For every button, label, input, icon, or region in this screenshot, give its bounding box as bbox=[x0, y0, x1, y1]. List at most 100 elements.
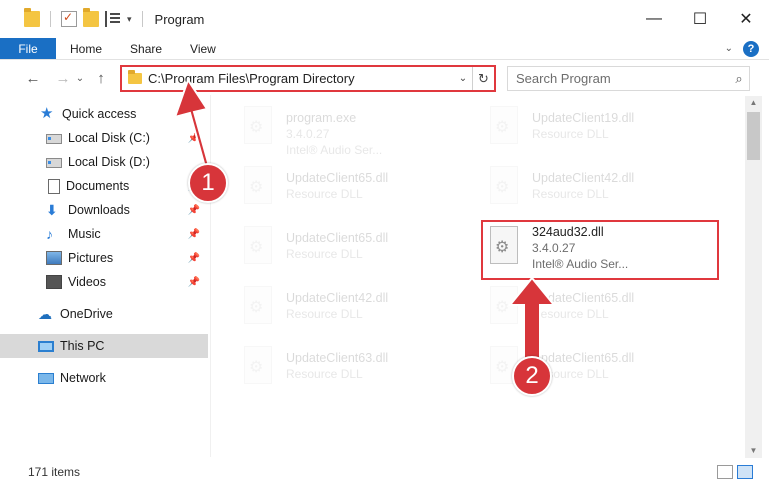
sidebar-item-network[interactable]: Network bbox=[0, 366, 208, 390]
videos-icon bbox=[46, 275, 62, 289]
file-item[interactable]: UpdateClient42.dll Resource DLL bbox=[236, 280, 466, 338]
file-icon bbox=[240, 166, 276, 208]
sidebar-item-label: This PC bbox=[60, 339, 105, 353]
quick-access-toolbar: ▾ bbox=[24, 8, 147, 27]
file-item[interactable]: UpdateClient42.dll Resource DLL bbox=[482, 160, 712, 218]
file-item[interactable]: UpdateClient65.dll Resource DLL bbox=[236, 160, 466, 218]
tab-view[interactable]: View bbox=[176, 38, 230, 59]
navigation-bar: ← → ⌄ ↑ C:\Program Files\Program Directo… bbox=[0, 61, 769, 95]
up-button[interactable]: ↑ bbox=[90, 70, 112, 87]
navigation-pane: ★ Quick access Local Disk (C:) 📌 Local D… bbox=[0, 100, 210, 456]
minimize-button[interactable]: — bbox=[631, 0, 677, 38]
document-icon bbox=[48, 178, 60, 194]
customize-toolbar-icon[interactable]: ▾ bbox=[127, 14, 132, 25]
file-icon bbox=[486, 286, 522, 328]
file-icon bbox=[240, 106, 276, 148]
sidebar-item-label: Local Disk (C:) bbox=[68, 131, 150, 145]
sidebar-item-label: Videos bbox=[68, 275, 106, 289]
pin-icon: 📌 bbox=[187, 204, 200, 216]
scroll-up-icon[interactable]: ▲ bbox=[745, 96, 762, 110]
file-name: UpdateClient65.dll bbox=[286, 171, 389, 185]
recent-locations-button[interactable]: ⌄ bbox=[74, 73, 86, 84]
sidebar-item-local-disk-d[interactable]: Local Disk (D:) bbox=[0, 150, 208, 174]
sidebar-item-videos[interactable]: Videos 📌 bbox=[0, 270, 208, 294]
status-bar: 171 items bbox=[0, 460, 769, 484]
scroll-down-icon[interactable]: ▼ bbox=[745, 444, 762, 458]
scrollbar-thumb[interactable] bbox=[747, 112, 760, 160]
file-item[interactable]: UpdateClient65.dll Resource DLL bbox=[482, 280, 712, 338]
sidebar-item-quick-access[interactable]: ★ Quick access bbox=[0, 102, 208, 126]
sidebar-item-label: OneDrive bbox=[60, 307, 113, 321]
file-version: 3.4.0.27 bbox=[532, 241, 576, 255]
file-icon bbox=[486, 226, 522, 268]
address-bar[interactable]: C:\Program Files\Program Directory ⌄ ↻ bbox=[120, 65, 496, 92]
star-icon: ★ bbox=[40, 105, 54, 122]
back-button[interactable]: ← bbox=[22, 70, 44, 87]
search-box[interactable]: Search Program ⌕ bbox=[507, 66, 750, 91]
sidebar-item-label: Local Disk (D:) bbox=[68, 155, 150, 169]
file-description: Resource DLL bbox=[286, 247, 363, 261]
file-item[interactable]: program.exe 3.4.0.27 Intel® Audio Ser... bbox=[236, 100, 466, 158]
tab-file[interactable]: File bbox=[0, 38, 56, 59]
folder-icon bbox=[128, 70, 142, 84]
maximize-button[interactable]: ☐ bbox=[677, 0, 723, 38]
sidebar-item-local-disk-c[interactable]: Local Disk (C:) 📌 bbox=[0, 126, 208, 150]
sidebar-item-downloads[interactable]: ⬇ Downloads 📌 bbox=[0, 198, 208, 222]
file-description: Resource DLL bbox=[532, 307, 609, 321]
file-item[interactable]: UpdateClient19.dll Resource DLL bbox=[482, 100, 712, 158]
toolbar-divider bbox=[50, 11, 51, 27]
address-dropdown-button[interactable]: ⌄ bbox=[454, 73, 472, 84]
file-description: Intel® Audio Ser... bbox=[532, 257, 629, 271]
file-item[interactable]: UpdateClient63.dll Resource DLL bbox=[236, 340, 466, 398]
search-input[interactable]: Search Program bbox=[516, 71, 729, 86]
file-name: UpdateClient65.dll bbox=[286, 231, 389, 245]
sidebar-item-label: Music bbox=[68, 227, 101, 241]
file-item-highlighted[interactable]: 324aud32.dll 3.4.0.27 Intel® Audio Ser..… bbox=[481, 220, 719, 280]
file-description: Intel® Audio Ser... bbox=[286, 143, 383, 157]
file-description: Resource DLL bbox=[532, 187, 609, 201]
folder-icon[interactable] bbox=[24, 8, 40, 27]
expand-ribbon-icon[interactable]: ⌄ bbox=[725, 43, 733, 54]
address-path[interactable]: C:\Program Files\Program Directory bbox=[148, 71, 454, 86]
sidebar-item-music[interactable]: ♪ Music 📌 bbox=[0, 222, 208, 246]
network-icon bbox=[38, 372, 54, 384]
forward-button[interactable]: → bbox=[52, 70, 74, 87]
file-name: 324aud32.dll bbox=[532, 225, 604, 239]
file-name: program.exe bbox=[286, 111, 357, 125]
step-badge-2: 2 bbox=[512, 356, 552, 396]
tab-share[interactable]: Share bbox=[116, 38, 176, 59]
sidebar-item-label: Network bbox=[60, 371, 106, 385]
file-icon bbox=[486, 166, 522, 208]
search-icon[interactable]: ⌕ bbox=[729, 71, 749, 87]
file-version: 3.4.0.27 bbox=[286, 127, 330, 141]
computer-icon bbox=[38, 340, 54, 352]
sidebar-item-pictures[interactable]: Pictures 📌 bbox=[0, 246, 208, 270]
tab-home[interactable]: Home bbox=[56, 38, 116, 59]
close-button[interactable]: ✕ bbox=[723, 0, 769, 38]
pin-icon: 📌 bbox=[187, 252, 200, 264]
file-name: UpdateClient42.dll bbox=[532, 171, 635, 185]
file-description: Resource DLL bbox=[532, 127, 609, 141]
new-folder-icon[interactable] bbox=[83, 8, 99, 27]
pictures-icon bbox=[46, 251, 62, 265]
sidebar-item-label: Downloads bbox=[68, 203, 130, 217]
sidebar-item-onedrive[interactable]: ☁ OneDrive bbox=[0, 302, 208, 326]
download-icon: ⬇ bbox=[46, 202, 58, 218]
pane-divider bbox=[210, 95, 211, 457]
details-view-icon[interactable] bbox=[717, 465, 733, 479]
file-list: program.exe 3.4.0.27 Intel® Audio Ser...… bbox=[212, 96, 745, 458]
file-icon bbox=[240, 226, 276, 268]
properties-icon[interactable] bbox=[61, 10, 77, 27]
sidebar-item-this-pc[interactable]: This PC bbox=[0, 334, 208, 358]
help-icon[interactable]: ? bbox=[743, 40, 759, 57]
tiles-view-icon[interactable] bbox=[737, 465, 753, 479]
vertical-scrollbar[interactable]: ▲ ▼ bbox=[745, 96, 762, 458]
window-title: Program bbox=[154, 11, 205, 27]
file-item[interactable]: UpdateClient65.dll Resource DLL bbox=[236, 220, 466, 278]
pin-icon: 📌 bbox=[187, 132, 200, 144]
view-options-icon[interactable] bbox=[105, 11, 121, 27]
refresh-button[interactable]: ↻ bbox=[472, 67, 494, 90]
file-description: Resource DLL bbox=[286, 307, 363, 321]
sidebar-item-documents[interactable]: Documents 📌 bbox=[0, 174, 208, 198]
toolbar-divider bbox=[141, 11, 143, 27]
